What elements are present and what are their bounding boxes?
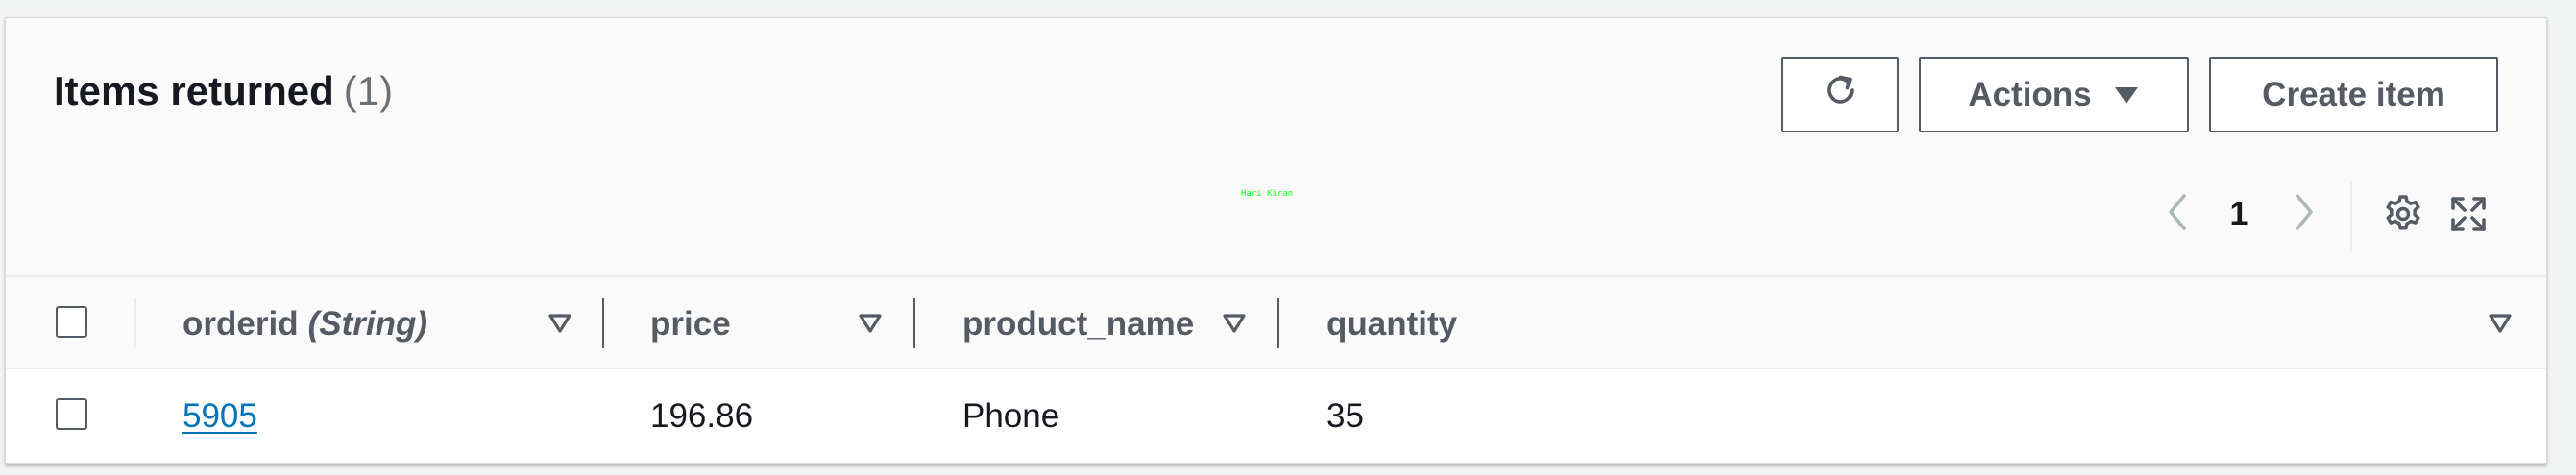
items-panel: Items returned (1) Actions Create item Ha… <box>5 17 2547 464</box>
page-title: Items returned (1) <box>54 68 393 114</box>
table-header-row: orderid (String) price product_name quant… <box>6 275 2546 369</box>
preferences-button[interactable] <box>2378 191 2428 241</box>
sort-orderid-icon[interactable] <box>544 307 576 340</box>
cell-orderid-link[interactable]: 5905 <box>182 369 257 463</box>
next-page-button[interactable] <box>2280 176 2328 252</box>
column-header-price[interactable]: price <box>650 277 731 371</box>
column-divider <box>134 298 136 348</box>
settings-icon <box>2382 193 2424 240</box>
column-resizer[interactable] <box>602 298 604 348</box>
current-page-number[interactable]: 1 <box>2215 176 2263 252</box>
column-resizer[interactable] <box>1277 298 1279 348</box>
column-header-orderid-type: (String) <box>307 305 427 343</box>
create-item-label: Create item <box>2262 75 2445 113</box>
chevron-right-icon <box>2292 192 2317 237</box>
fullscreen-button[interactable] <box>2443 191 2493 241</box>
sort-price-icon[interactable] <box>854 307 887 340</box>
item-count: (1) <box>343 68 394 113</box>
previous-page-button[interactable] <box>2153 176 2201 252</box>
actions-label: Actions <box>1968 75 2092 113</box>
cell-product-name: Phone <box>962 397 1060 435</box>
column-header-product-name[interactable]: product_name <box>962 277 1194 371</box>
caret-down-icon <box>2113 84 2140 106</box>
column-resizer[interactable] <box>913 298 915 348</box>
create-item-button[interactable]: Create item <box>2209 57 2498 132</box>
sort-quantity-icon[interactable] <box>2484 307 2516 340</box>
title-text: Items returned <box>54 68 334 113</box>
panel-header: Items returned (1) Actions Create item Ha… <box>6 18 2546 275</box>
sort-product-name-icon[interactable] <box>1218 307 1251 340</box>
refresh-button[interactable] <box>1781 57 1899 132</box>
table-row: 5905 196.86 Phone 35 <box>6 369 2546 463</box>
column-header-orderid[interactable]: orderid (String) <box>182 277 427 371</box>
select-all-checkbox[interactable] <box>56 306 87 338</box>
column-header-orderid-label: orderid <box>182 305 299 343</box>
refresh-icon <box>1821 71 1859 118</box>
cell-quantity: 35 <box>1326 397 1364 435</box>
row-select-checkbox[interactable] <box>56 398 87 430</box>
pagination-divider <box>2350 181 2352 252</box>
watermark-text: Hari Kiran <box>1241 189 1294 199</box>
column-header-quantity[interactable]: quantity <box>1326 277 1457 371</box>
actions-button[interactable]: Actions <box>1919 57 2189 132</box>
fullscreen-icon <box>2448 194 2489 239</box>
chevron-left-icon <box>2165 192 2190 237</box>
cell-price: 196.86 <box>650 397 754 435</box>
